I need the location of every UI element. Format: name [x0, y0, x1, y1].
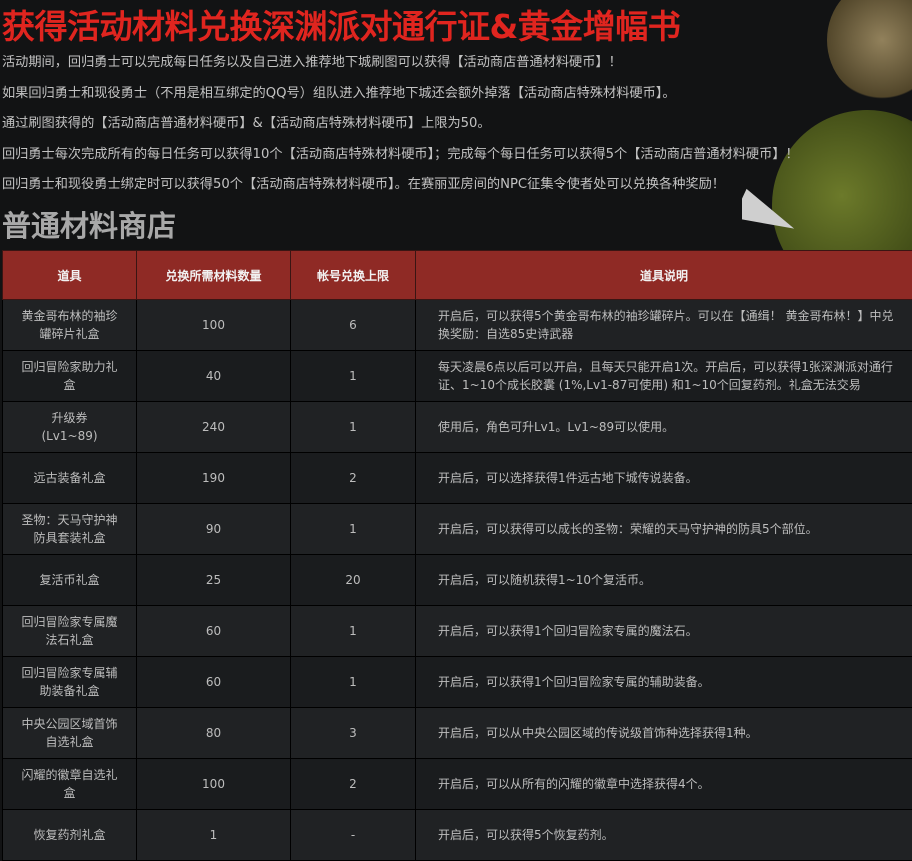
table-header-row: 道具 兑换所需材料数量 帐号兑换上限 道具说明 — [3, 251, 912, 300]
item-name-cell: 中央公园区域首饰自选礼盒 — [3, 708, 137, 759]
column-header-limit: 帐号兑换上限 — [291, 251, 416, 300]
table-row: 升级券(Lv1~89)2401使用后，角色可升Lv1。Lv1~89可以使用。 — [3, 402, 912, 453]
table-row: 回归冒险家专属魔法石礼盒601开启后，可以获得1个回归冒险家专属的魔法石。 — [3, 606, 912, 657]
item-name-cell: 黄金哥布林的袖珍罐碎片礼盒 — [3, 300, 137, 351]
item-limit-cell: 1 — [291, 351, 416, 402]
item-name-cell: 复活币礼盒 — [3, 555, 137, 606]
table-row: 中央公园区域首饰自选礼盒803开启后，可以从中央公园区域的传说级首饰种选择获得1… — [3, 708, 912, 759]
item-limit-cell: - — [291, 810, 416, 861]
description-line: 回归勇士每次完成所有的每日任务可以获得10个【活动商店特殊材料硬币】；完成每个每… — [2, 140, 802, 171]
item-limit-cell: 1 — [291, 657, 416, 708]
item-cost-cell: 25 — [137, 555, 291, 606]
item-limit-cell: 3 — [291, 708, 416, 759]
item-description-cell: 开启后，可以从中央公园区域的传说级首饰种选择获得1种。 — [416, 708, 912, 759]
event-description: 活动期间，回归勇士可以完成每日任务以及自己进入推荐地下城刷图可以获得【活动商店普… — [2, 48, 802, 201]
item-cost-cell: 90 — [137, 504, 291, 555]
item-name-cell: 回归冒险家专属魔法石礼盒 — [3, 606, 137, 657]
item-description-cell: 开启后，可以从所有的闪耀的徽章中选择获得4个。 — [416, 759, 912, 810]
column-header-cost: 兑换所需材料数量 — [137, 251, 291, 300]
item-cost-cell: 60 — [137, 657, 291, 708]
shop-table-body: 黄金哥布林的袖珍罐碎片礼盒1006开启后，可以获得5个黄金哥布林的袖珍罐碎片。可… — [3, 300, 912, 861]
item-name-cell: 恢复药剂礼盒 — [3, 810, 137, 861]
table-row: 回归冒险家助力礼盒401每天凌晨6点以后可以开启，且每天只能开启1次。开启后，可… — [3, 351, 912, 402]
table-row: 远古装备礼盒1902开启后，可以选择获得1件远古地下城传说装备。 — [3, 453, 912, 504]
item-name-cell: 回归冒险家助力礼盒 — [3, 351, 137, 402]
item-description-cell: 使用后，角色可升Lv1。Lv1~89可以使用。 — [416, 402, 912, 453]
item-description-cell: 开启后，可以获得1个回归冒险家专属的魔法石。 — [416, 606, 912, 657]
item-cost-cell: 1 — [137, 810, 291, 861]
table-row: 圣物：天马守护神防具套装礼盒901开启后，可以获得可以成长的圣物：荣耀的天马守护… — [3, 504, 912, 555]
item-limit-cell: 20 — [291, 555, 416, 606]
item-cost-cell: 40 — [137, 351, 291, 402]
item-cost-cell: 80 — [137, 708, 291, 759]
column-header-item: 道具 — [3, 251, 137, 300]
description-line: 如果回归勇士和现役勇士（不用是相互绑定的QQ号）组队进入推荐地下城还会额外掉落【… — [2, 79, 802, 110]
item-cost-cell: 100 — [137, 300, 291, 351]
item-description-cell: 开启后，可以获得可以成长的圣物：荣耀的天马守护神的防具5个部位。 — [416, 504, 912, 555]
table-row: 闪耀的徽章自选礼盒1002开启后，可以从所有的闪耀的徽章中选择获得4个。 — [3, 759, 912, 810]
table-row: 复活币礼盒2520开启后，可以随机获得1~10个复活币。 — [3, 555, 912, 606]
item-name-cell: 圣物：天马守护神防具套装礼盒 — [3, 504, 137, 555]
item-limit-cell: 1 — [291, 402, 416, 453]
item-name-cell: 升级券(Lv1~89) — [3, 402, 137, 453]
item-cost-cell: 100 — [137, 759, 291, 810]
item-description-cell: 开启后，可以随机获得1~10个复活币。 — [416, 555, 912, 606]
page-title: 获得活动材料兑换深渊派对通行证&黄金增幅书 — [2, 0, 680, 48]
description-line: 活动期间，回归勇士可以完成每日任务以及自己进入推荐地下城刷图可以获得【活动商店普… — [2, 48, 802, 79]
table-row: 黄金哥布林的袖珍罐碎片礼盒1006开启后，可以获得5个黄金哥布林的袖珍罐碎片。可… — [3, 300, 912, 351]
item-name-cell: 回归冒险家专属辅助装备礼盒 — [3, 657, 137, 708]
item-cost-cell: 240 — [137, 402, 291, 453]
item-limit-cell: 1 — [291, 606, 416, 657]
table-row: 回归冒险家专属辅助装备礼盒601开启后，可以获得1个回归冒险家专属的辅助装备。 — [3, 657, 912, 708]
item-description-cell: 开启后，可以获得1个回归冒险家专属的辅助装备。 — [416, 657, 912, 708]
item-limit-cell: 6 — [291, 300, 416, 351]
item-cost-cell: 190 — [137, 453, 291, 504]
column-header-description: 道具说明 — [416, 251, 912, 300]
item-limit-cell: 2 — [291, 759, 416, 810]
hair-artwork — [827, 0, 912, 100]
item-cost-cell: 60 — [137, 606, 291, 657]
description-line: 通过刷图获得的【活动商店普通材料硬币】&【活动商店特殊材料硬币】上限为50。 — [2, 109, 802, 140]
item-description-cell: 开启后，可以获得5个恢复药剂。 — [416, 810, 912, 861]
item-limit-cell: 1 — [291, 504, 416, 555]
item-description-cell: 开启后，可以获得5个黄金哥布林的袖珍罐碎片。可以在【通缉！ 黄金哥布林！】中兑换… — [416, 300, 912, 351]
table-row: 恢复药剂礼盒1-开启后，可以获得5个恢复药剂。 — [3, 810, 912, 861]
item-description-cell: 每天凌晨6点以后可以开启，且每天只能开启1次。开启后，可以获得1张深渊派对通行证… — [416, 351, 912, 402]
item-limit-cell: 2 — [291, 453, 416, 504]
item-name-cell: 闪耀的徽章自选礼盒 — [3, 759, 137, 810]
shop-table: 道具 兑换所需材料数量 帐号兑换上限 道具说明 黄金哥布林的袖珍罐碎片礼盒100… — [2, 250, 912, 861]
shop-section-title: 普通材料商店 — [2, 203, 176, 245]
page: 获得活动材料兑换深渊派对通行证&黄金增幅书 活动期间，回归勇士可以完成每日任务以… — [0, 0, 912, 855]
item-description-cell: 开启后，可以选择获得1件远古地下城传说装备。 — [416, 453, 912, 504]
description-line: 回归勇士和现役勇士绑定时可以获得50个【活动商店特殊材料硬币】。在赛丽亚房间的N… — [2, 170, 802, 201]
item-name-cell: 远古装备礼盒 — [3, 453, 137, 504]
